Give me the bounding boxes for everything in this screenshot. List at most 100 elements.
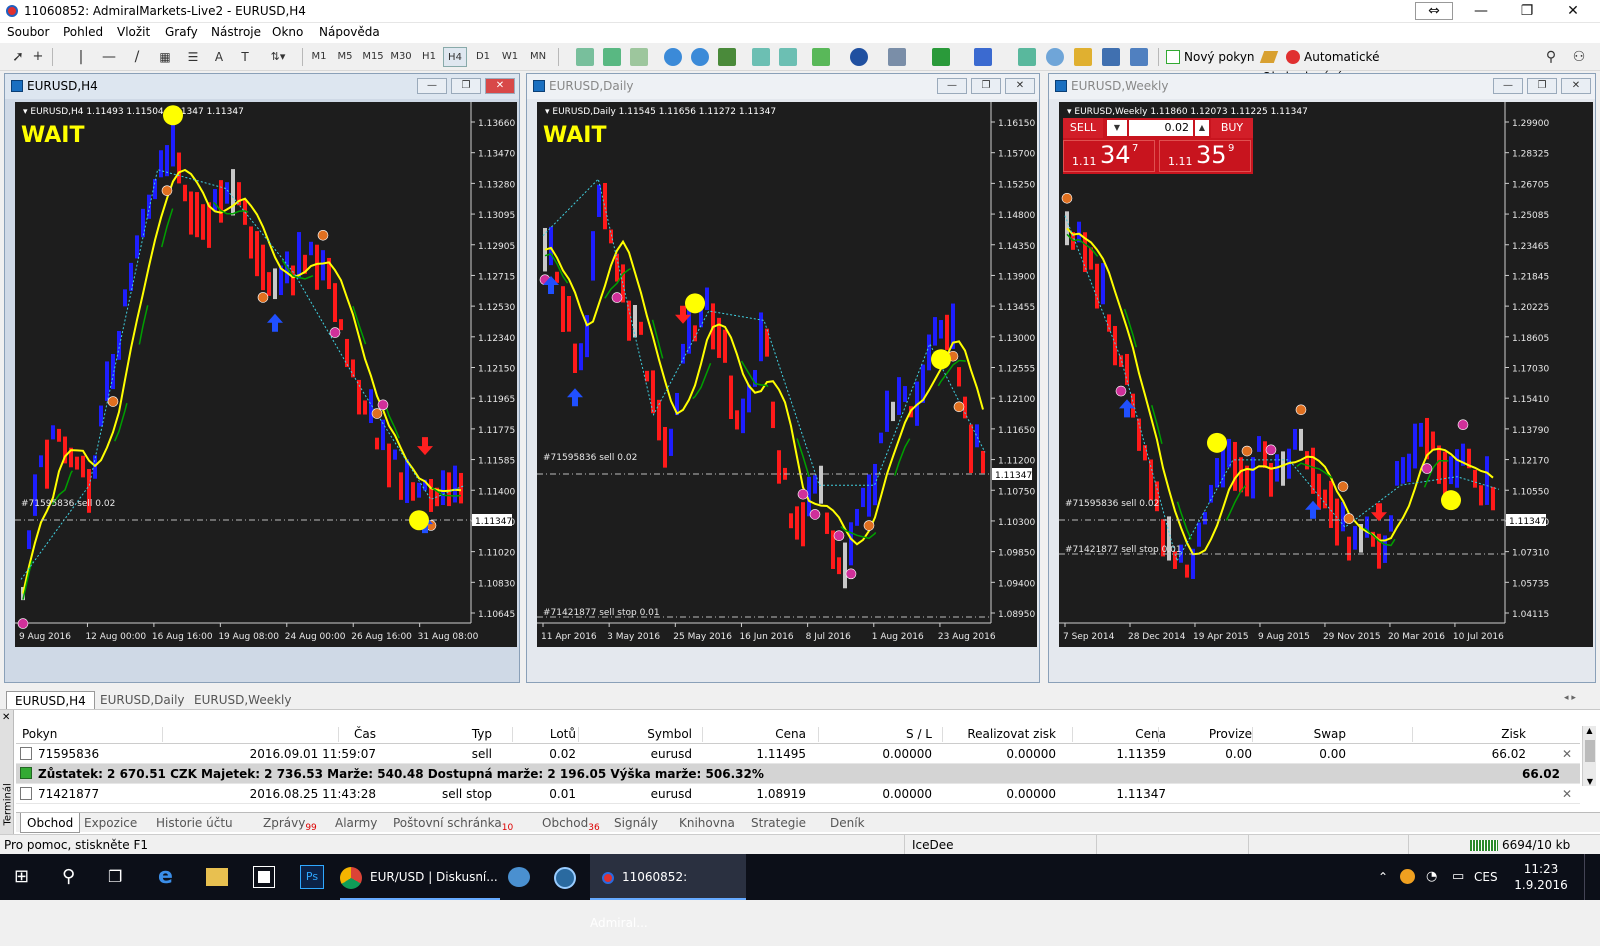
chart-minimize-icon[interactable]: — — [417, 78, 447, 94]
search-icon[interactable]: ⚲ — [1542, 47, 1560, 67]
column-header[interactable]: Cena — [706, 725, 806, 744]
chart-close-icon[interactable]: ✕ — [1561, 78, 1591, 94]
community-icon[interactable]: ⚇ — [1570, 47, 1588, 67]
candlestick-icon[interactable] — [603, 48, 621, 66]
periods-icon[interactable] — [850, 48, 868, 66]
menu-nastroje[interactable]: Nástroje — [211, 25, 261, 39]
crosshair-icon[interactable]: + — [30, 47, 46, 67]
text-label-icon[interactable]: T — [238, 47, 252, 67]
column-header[interactable]: Realizovat zisk — [946, 725, 1056, 744]
chart-tab-weekly[interactable]: EURUSD,Weekly — [186, 691, 299, 709]
chart-shift-icon[interactable] — [779, 48, 797, 66]
terminal-scrollbar[interactable]: ▲ ▼ — [1582, 726, 1596, 786]
store-icon[interactable] — [253, 866, 275, 888]
terminal-tab[interactable]: Expozice — [78, 813, 143, 833]
terminal-close-icon[interactable]: ✕ — [2, 712, 10, 723]
scroll-thumb[interactable] — [1585, 740, 1595, 762]
lot-increase-icon[interactable]: ▲ — [1195, 120, 1209, 136]
tf-h1[interactable]: H1 — [418, 47, 440, 67]
menu-grafy[interactable]: Grafy — [165, 25, 198, 39]
zoom-out-icon[interactable] — [691, 48, 709, 66]
templates-icon[interactable] — [888, 48, 906, 66]
terminal-tab[interactable]: Signály — [608, 813, 664, 833]
table-row[interactable]: 71421877 2016.08.25 11:43:28 sell stop 0.01… — [16, 784, 1580, 804]
column-header[interactable]: Pokyn — [22, 725, 162, 744]
tf-m15[interactable]: M15 — [360, 47, 386, 67]
column-header[interactable]: Provize — [1162, 725, 1252, 744]
minimize-button[interactable]: — — [1458, 0, 1504, 23]
task-view-icon[interactable]: ❐ — [108, 854, 130, 900]
column-header[interactable]: Lotů — [516, 725, 576, 744]
sell-price-button[interactable]: 1.11 34 7 — [1063, 140, 1155, 172]
close-order-icon[interactable]: ✕ — [1562, 744, 1576, 764]
app-icon-circle[interactable] — [554, 867, 576, 889]
bar-chart-icon[interactable] — [576, 48, 594, 66]
lot-decrease-icon[interactable]: ▼ — [1107, 120, 1127, 136]
menu-soubor[interactable]: Soubor — [7, 25, 49, 39]
tf-m1[interactable]: M1 — [308, 47, 330, 67]
data-window-icon[interactable] — [1074, 48, 1092, 66]
fibonacci-icon[interactable]: ☰ — [184, 47, 202, 67]
chart-tab-daily[interactable]: EURUSD,Daily — [92, 691, 193, 709]
new-order-button[interactable]: Nový pokyn — [1166, 47, 1266, 67]
chart-plot-area[interactable]: 1.13660 1.13470 1.13280 1.13095 1.12905 1.127… — [15, 102, 517, 647]
chart-window-weekly[interactable]: EURUSD,Weekly — ❐ ✕ 1.29900 1.28325 1.26705 1.2… — [1048, 73, 1596, 683]
navigator-icon[interactable] — [1046, 48, 1064, 66]
tile-windows-icon[interactable] — [718, 48, 736, 66]
chart-window-h4[interactable]: EURUSD,H4 — ❐ ✕ 1.13660 1.13470 1.13280 1.13095… — [4, 73, 520, 683]
tf-mn[interactable]: MN — [526, 47, 550, 67]
profiles-icon[interactable] — [974, 48, 992, 66]
close-button[interactable]: ✕ — [1550, 0, 1596, 23]
tf-w1[interactable]: W1 — [498, 47, 522, 67]
column-header[interactable]: Typ — [342, 725, 492, 744]
chart-close-icon[interactable]: ✕ — [485, 78, 515, 94]
column-header[interactable]: Symbol — [582, 725, 692, 744]
terminal-tab[interactable]: Historie účtu — [150, 813, 239, 833]
show-desktop-button[interactable] — [1584, 854, 1588, 900]
indicators-icon[interactable] — [812, 48, 830, 66]
horizontal-line-icon[interactable]: — — [100, 47, 118, 67]
terminal-tab[interactable]: Deník — [824, 813, 871, 833]
app-icon-blue[interactable] — [508, 867, 530, 887]
terminal-tab[interactable]: Zprávy99 — [257, 813, 323, 833]
terminal-tab[interactable]: Obchod — [20, 813, 81, 833]
lot-input[interactable]: 0.02 — [1129, 120, 1193, 136]
chart-tab-h4[interactable]: EURUSD,H4 — [6, 691, 95, 709]
menu-pohled[interactable]: Pohled — [63, 25, 103, 39]
chart-restore-icon[interactable]: ❐ — [971, 78, 1001, 94]
arrows-dropdown-icon[interactable]: ⇅▾ — [266, 47, 290, 67]
taskbar-metatrader[interactable]: 11060852: Admiral... — [590, 854, 746, 930]
terminal-tab[interactable]: Strategie — [745, 813, 812, 833]
tf-m5[interactable]: M5 — [334, 47, 356, 67]
sell-button[interactable]: SELL — [1063, 118, 1103, 138]
taskbar-chrome[interactable]: EUR/USD | Diskusní... — [340, 854, 500, 900]
trendline-icon[interactable]: / — [128, 47, 146, 67]
chart-minimize-icon[interactable]: — — [937, 78, 967, 94]
windows-start-icon[interactable]: ⊞ — [14, 854, 34, 900]
tf-m30[interactable]: M30 — [388, 47, 414, 67]
edge-icon[interactable]: e — [158, 854, 182, 900]
chart-window-header[interactable]: EURUSD,H4 — ❐ ✕ — [5, 74, 519, 99]
new-chart-icon[interactable] — [932, 48, 950, 66]
chart-window-daily[interactable]: EURUSD,Daily — ❐ ✕ 1.16150 1.15700 1.15250 1.14… — [526, 73, 1040, 683]
file-explorer-icon[interactable] — [206, 868, 228, 886]
menu-okno[interactable]: Okno — [272, 25, 303, 39]
tray-app-icon[interactable] — [1400, 869, 1415, 884]
vertical-line-icon[interactable]: | — [76, 47, 86, 67]
auto-trading-button[interactable]: Automatické Obchodování — [1259, 47, 1462, 84]
zoom-in-icon[interactable] — [664, 48, 682, 66]
photoshop-icon[interactable]: Ps — [300, 865, 324, 889]
menu-vlozit[interactable]: Vložit — [117, 25, 150, 39]
chart-restore-icon[interactable]: ❐ — [451, 78, 481, 94]
column-header[interactable]: S / L — [822, 725, 932, 744]
cursor-icon[interactable]: ➚ — [10, 47, 26, 67]
column-header[interactable]: Cena — [1076, 725, 1166, 744]
tester-icon[interactable] — [1130, 48, 1148, 66]
restore-size-icon[interactable]: ⇔ — [1415, 2, 1453, 20]
terminal-tab[interactable]: Knihovna — [673, 813, 741, 833]
language-indicator[interactable]: CES — [1474, 854, 1504, 900]
search-taskbar-icon[interactable]: ⚲ — [62, 854, 82, 900]
tf-h4[interactable]: H4 — [443, 47, 467, 67]
chart-window-header[interactable]: EURUSD,Weekly — ❐ ✕ — [1049, 74, 1595, 99]
line-chart-icon[interactable] — [630, 48, 648, 66]
